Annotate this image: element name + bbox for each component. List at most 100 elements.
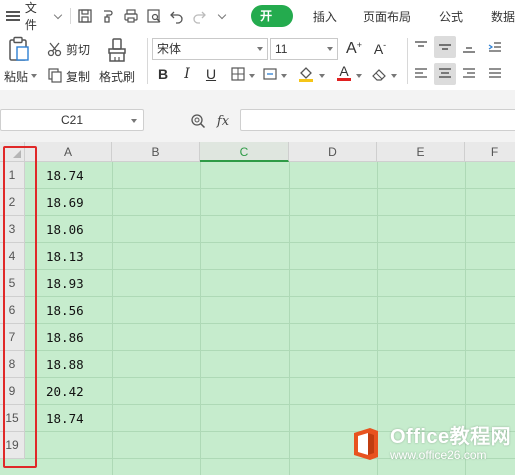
font-name-select[interactable]: 宋体 — [152, 38, 268, 60]
cell-a3[interactable]: 18.06 — [46, 216, 110, 243]
scissors-icon[interactable] — [47, 41, 63, 57]
align-right-button[interactable] — [458, 63, 480, 85]
column-header-a[interactable]: A — [25, 142, 112, 162]
cell-a8[interactable]: 18.88 — [46, 351, 110, 378]
align-bottom-button[interactable] — [458, 36, 480, 58]
tab-formulas[interactable]: 公式 — [439, 8, 463, 25]
customize-dropdown-icon[interactable] — [212, 6, 232, 26]
align-left-icon — [415, 68, 427, 78]
formula-bar: C21 fx — [0, 108, 515, 134]
ribbon: 粘贴 剪切 复制 格式刷 宋体 11 A + A- B I U A — [0, 32, 515, 90]
font-size-dropdown-icon — [327, 47, 333, 51]
align-bottom-icon — [463, 47, 475, 53]
print-preview-icon[interactable] — [144, 6, 164, 26]
column-header-b[interactable]: B — [112, 142, 200, 162]
italic-button[interactable]: I — [177, 64, 197, 84]
tab-insert[interactable]: 插入 — [313, 8, 337, 25]
cell-a15[interactable]: 18.74 — [46, 405, 110, 432]
formula-input[interactable] — [240, 109, 515, 131]
indent-button[interactable] — [484, 36, 506, 58]
format-painter-button[interactable] — [104, 36, 130, 64]
cell-a19[interactable] — [46, 432, 110, 459]
file-menu-label: 文件 — [24, 1, 37, 32]
cell-a7[interactable]: 18.86 — [46, 324, 110, 351]
format-painter-label: 格式刷 — [99, 70, 136, 84]
menu-bar: 文件 开始 插入 页面布局 公式 数据 — [0, 0, 515, 45]
font-size-select[interactable]: 11 — [270, 38, 338, 60]
watermark-url: www.office26.com — [390, 448, 487, 462]
office-logo-icon — [354, 428, 378, 460]
column-gridline — [200, 162, 201, 475]
watermark: Office教程网 www.office26.com — [348, 426, 511, 462]
clear-format-button[interactable] — [369, 64, 389, 84]
file-menu[interactable]: 文件 — [0, 0, 66, 32]
save-icon[interactable] — [75, 6, 95, 26]
bold-icon: B — [157, 66, 169, 82]
name-box[interactable]: C21 — [0, 109, 144, 131]
align-middle-icon — [439, 44, 451, 50]
borders-button[interactable] — [228, 64, 248, 84]
borders-dropdown-icon[interactable] — [249, 74, 255, 78]
zoom-lookup-button[interactable] — [189, 112, 207, 130]
column-header-e[interactable]: E — [377, 142, 465, 162]
font-color-dropdown-icon[interactable] — [356, 74, 362, 78]
clear-format-dropdown-icon[interactable] — [391, 74, 397, 78]
cell-a5[interactable]: 18.93 — [46, 270, 110, 297]
font-color-button[interactable]: A — [334, 62, 354, 82]
chevron-down-icon — [53, 10, 62, 19]
cell-a9[interactable]: 20.42 — [46, 378, 110, 405]
magnifier-icon — [191, 114, 206, 129]
ribbon-divider — [407, 38, 408, 84]
ribbon-divider — [147, 38, 148, 84]
watermark-title: Office教程网 — [390, 426, 512, 448]
font-name-dropdown-icon — [257, 47, 263, 51]
fill-bucket-icon — [299, 67, 313, 82]
increase-font-button[interactable]: A + — [344, 39, 364, 59]
print-icon[interactable] — [121, 6, 141, 26]
cell-a4[interactable]: 18.13 — [46, 243, 110, 270]
column-header-f[interactable]: F — [465, 142, 515, 162]
column-header-c[interactable]: C — [200, 142, 289, 162]
format-painter-icon[interactable] — [98, 6, 118, 26]
copy-label[interactable]: 复制 — [66, 68, 90, 85]
hamburger-icon — [6, 11, 20, 21]
align-middle-button[interactable] — [434, 36, 456, 58]
copy-icon[interactable] — [47, 67, 63, 83]
increase-font-icon: A — [346, 40, 357, 57]
column-header-d[interactable]: D — [289, 142, 377, 162]
align-top-icon — [415, 41, 427, 47]
decrease-font-button[interactable]: A- — [370, 39, 390, 59]
cut-label[interactable]: 剪切 — [66, 41, 90, 58]
fx-icon: fx — [216, 113, 230, 129]
undo-icon[interactable] — [167, 6, 187, 26]
menu-divider — [70, 8, 72, 24]
paste-dropdown-icon[interactable] — [31, 74, 37, 78]
row-header-highlight-box — [3, 146, 37, 468]
bold-button[interactable]: B — [153, 64, 173, 84]
underline-button[interactable]: U — [201, 64, 221, 84]
cell-a1[interactable]: 18.74 — [46, 162, 110, 189]
paste-button[interactable] — [6, 36, 32, 62]
merge-cells-button[interactable] — [260, 64, 280, 84]
tab-page-layout[interactable]: 页面布局 — [363, 8, 411, 25]
align-left-button[interactable] — [410, 63, 432, 85]
align-top-button[interactable] — [410, 36, 432, 58]
align-right-icon — [463, 68, 475, 78]
tab-data[interactable]: 数据 — [491, 8, 515, 25]
fill-color-dropdown-icon[interactable] — [319, 74, 325, 78]
justify-button[interactable] — [484, 63, 506, 85]
font-size-value: 11 — [275, 42, 288, 56]
borders-icon — [231, 67, 245, 81]
redo-icon[interactable] — [190, 6, 210, 26]
italic-icon: I — [184, 66, 190, 82]
cell-a6[interactable]: 18.56 — [46, 297, 110, 324]
paste-label: 粘贴 — [4, 70, 29, 84]
name-box-dropdown-icon — [131, 119, 137, 123]
name-box-value: C21 — [60, 113, 83, 127]
tab-start[interactable]: 开始 — [251, 5, 293, 45]
cell-a2[interactable]: 18.69 — [46, 189, 110, 216]
fill-color-button[interactable] — [296, 63, 316, 83]
merge-dropdown-icon[interactable] — [281, 74, 287, 78]
align-center-button[interactable] — [434, 63, 456, 85]
insert-function-button[interactable]: fx — [214, 112, 232, 130]
